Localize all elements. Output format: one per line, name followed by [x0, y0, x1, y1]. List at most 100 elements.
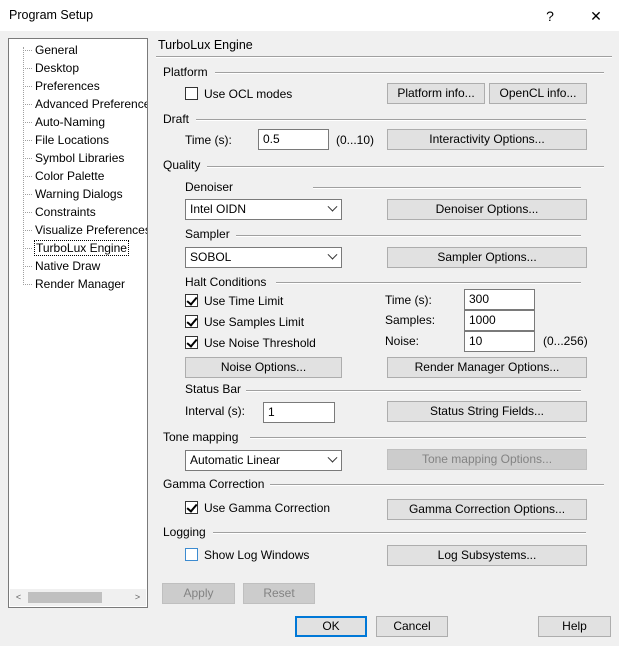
show-log-windows-checkbox[interactable] — [185, 548, 198, 561]
title-bar: Program Setup ? ✕ — [0, 0, 619, 32]
tree-item-warning-dialogs[interactable]: Warning Dialogs — [34, 186, 124, 202]
tree-item-color-palette[interactable]: Color Palette — [34, 168, 105, 184]
halt-time-input[interactable]: 300 — [464, 289, 535, 310]
sampler-label: Sampler — [185, 227, 230, 241]
tree-connector — [23, 194, 32, 195]
use-samples-limit-label: Use Samples Limit — [204, 315, 305, 329]
chevron-down-icon — [327, 452, 338, 463]
window-title: Program Setup — [9, 8, 94, 22]
tree-horizontal-scrollbar[interactable]: < > — [10, 589, 146, 606]
halt-noise-label: Noise: — [385, 334, 420, 348]
noise-options-button[interactable]: Noise Options... — [185, 357, 342, 378]
tree-connector — [23, 266, 32, 267]
cancel-button[interactable]: Cancel — [376, 616, 448, 637]
render-manager-options-button[interactable]: Render Manager Options... — [387, 357, 587, 378]
reset-button[interactable]: Reset — [243, 583, 315, 604]
scroll-right-icon[interactable]: > — [129, 589, 146, 606]
quality-group-label: Quality — [163, 158, 201, 172]
tree-item-file-locations[interactable]: File Locations — [34, 132, 110, 148]
draft-time-label: Time (s): — [185, 133, 232, 147]
close-icon[interactable]: ✕ — [580, 4, 612, 28]
tree-connector — [23, 158, 32, 159]
log-subsystems-button[interactable]: Log Subsystems... — [387, 545, 587, 566]
sampler-options-button[interactable]: Sampler Options... — [387, 247, 587, 268]
tree-connector — [23, 86, 32, 87]
tree-connector — [23, 230, 32, 231]
use-gamma-checkbox[interactable] — [185, 501, 198, 514]
use-time-limit-checkbox[interactable] — [185, 294, 198, 307]
settings-tree[interactable]: General Desktop Preferences Advanced Prefer… — [8, 38, 148, 608]
interval-label: Interval (s): — [185, 404, 246, 418]
tree-connector — [23, 50, 32, 51]
tree-item-visualize-preferences[interactable]: Visualize Preferences — [34, 222, 147, 238]
opencl-info-button[interactable]: OpenCL info... — [489, 83, 587, 104]
logging-separator — [213, 532, 586, 534]
help-button[interactable]: Help — [538, 616, 611, 637]
tree-connector — [23, 104, 32, 105]
draft-time-input[interactable]: 0.5 — [258, 129, 329, 150]
halt-conditions-separator — [276, 282, 581, 284]
ok-button[interactable]: OK — [295, 616, 367, 637]
status-bar-label: Status Bar — [185, 382, 242, 396]
tree-connector — [23, 47, 24, 285]
logging-group-label: Logging — [163, 525, 206, 539]
gamma-separator — [270, 484, 604, 486]
denoiser-select-value: Intel OIDN — [190, 202, 247, 216]
tree-connector — [23, 122, 32, 123]
use-samples-limit-checkbox[interactable] — [185, 315, 198, 328]
tree-item-advanced-preferences[interactable]: Advanced Preferences — [34, 96, 147, 112]
halt-noise-range: (0...256) — [543, 334, 588, 348]
interval-input[interactable]: 1 — [263, 402, 335, 423]
halt-conditions-label: Halt Conditions — [185, 275, 267, 289]
draft-group-label: Draft — [163, 112, 190, 126]
tree-connector — [23, 176, 32, 177]
chevron-down-icon — [327, 249, 338, 260]
gamma-group-label: Gamma Correction — [163, 477, 265, 491]
status-string-fields-button[interactable]: Status String Fields... — [387, 401, 587, 422]
quality-separator — [207, 166, 604, 168]
tree-item-auto-naming[interactable]: Auto-Naming — [34, 114, 106, 130]
tree-connector — [23, 212, 32, 213]
platform-info-button[interactable]: Platform info... — [387, 83, 485, 104]
use-noise-threshold-checkbox[interactable] — [185, 336, 198, 349]
tree-connector — [23, 284, 32, 285]
tree-item-symbol-libraries[interactable]: Symbol Libraries — [34, 150, 125, 166]
tree-item-turbolux-engine[interactable]: TurboLux Engine — [34, 240, 129, 256]
gamma-options-button[interactable]: Gamma Correction Options... — [387, 499, 587, 520]
draft-separator — [196, 119, 586, 121]
tree-item-constraints[interactable]: Constraints — [34, 204, 97, 220]
use-ocl-checkbox[interactable] — [185, 87, 198, 100]
tree-item-native-draw[interactable]: Native Draw — [34, 258, 101, 274]
tree-connector — [23, 68, 32, 69]
tree-item-render-manager[interactable]: Render Manager — [34, 276, 126, 292]
halt-samples-label: Samples: — [385, 313, 436, 327]
halt-samples-input[interactable]: 1000 — [464, 310, 535, 331]
use-gamma-label: Use Gamma Correction — [204, 501, 331, 515]
show-log-windows-label: Show Log Windows — [204, 548, 310, 562]
tree-item-preferences[interactable]: Preferences — [34, 78, 101, 94]
interactivity-options-button[interactable]: Interactivity Options... — [387, 129, 587, 150]
halt-noise-input[interactable]: 10 — [464, 331, 535, 352]
tone-mapping-options-button[interactable]: Tone mapping Options... — [387, 449, 587, 470]
draft-time-range: (0...10) — [336, 133, 375, 147]
chevron-down-icon — [327, 201, 338, 212]
denoiser-options-button[interactable]: Denoiser Options... — [387, 199, 587, 220]
page-title: TurboLux Engine — [158, 38, 253, 52]
tree-connector — [23, 140, 32, 141]
denoiser-separator — [313, 187, 581, 189]
scroll-left-icon[interactable]: < — [10, 589, 27, 606]
tone-mapping-select[interactable]: Automatic Linear — [185, 450, 342, 471]
apply-button[interactable]: Apply — [162, 583, 235, 604]
use-ocl-label: Use OCL modes — [204, 87, 293, 101]
tree-item-general[interactable]: General — [34, 42, 79, 58]
help-icon[interactable]: ? — [534, 4, 566, 28]
denoiser-select[interactable]: Intel OIDN — [185, 199, 342, 220]
tone-mapping-select-value: Automatic Linear — [190, 453, 281, 467]
scroll-thumb[interactable] — [28, 592, 102, 603]
sampler-select[interactable]: SOBOL — [185, 247, 342, 268]
sampler-separator — [236, 235, 581, 237]
sampler-select-value: SOBOL — [190, 250, 232, 264]
tree-item-desktop[interactable]: Desktop — [34, 60, 80, 76]
use-noise-threshold-label: Use Noise Threshold — [204, 336, 316, 350]
platform-group-label: Platform — [163, 65, 208, 79]
